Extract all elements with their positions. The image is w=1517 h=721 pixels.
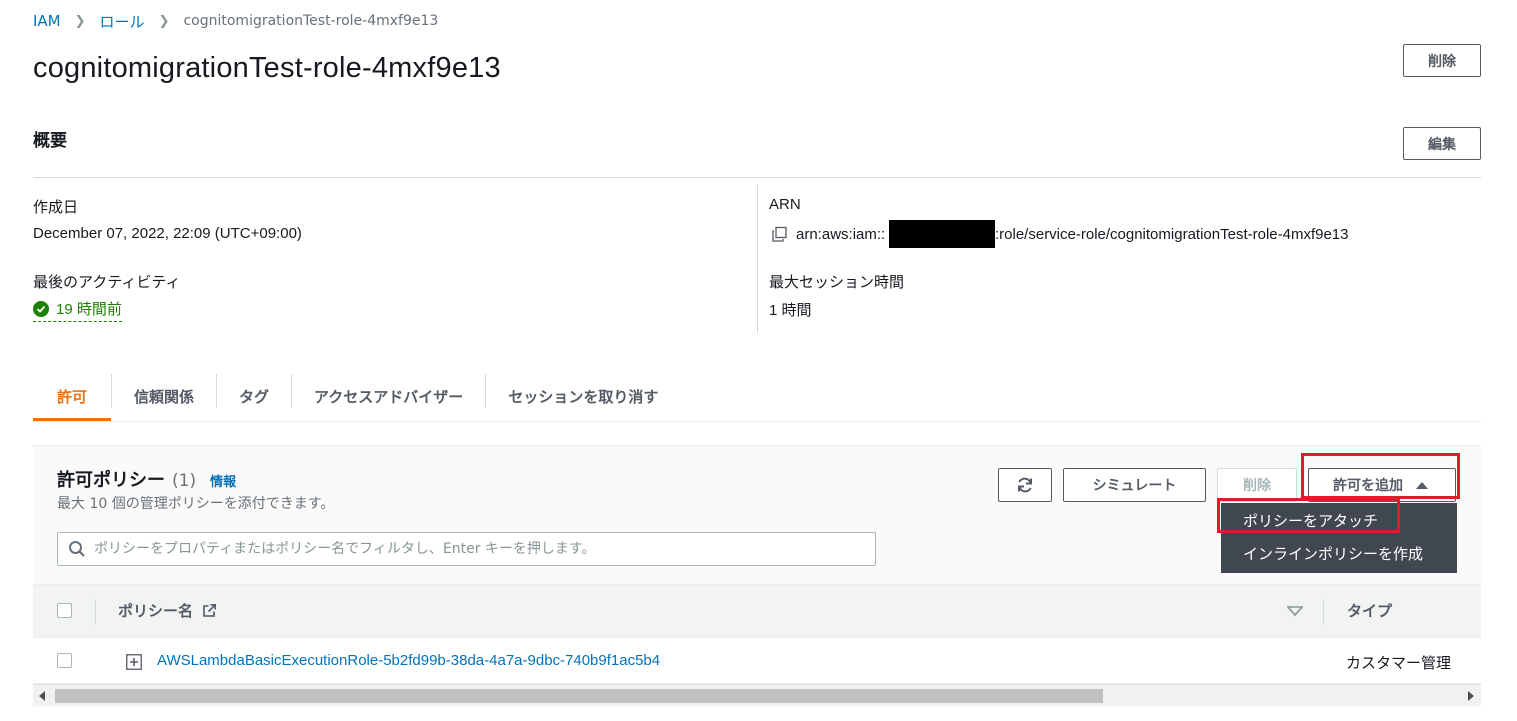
copy-icon[interactable] xyxy=(771,226,788,247)
policies-header: 許可ポリシー (1) 情報 xyxy=(57,466,236,492)
column-policy-name[interactable]: ポリシー名 xyxy=(118,600,217,621)
created-value: December 07, 2022, 22:09 (UTC+09:00) xyxy=(33,225,302,242)
breadcrumb-iam-link[interactable]: IAM xyxy=(33,12,61,30)
check-circle-icon xyxy=(33,300,49,317)
table-header: ポリシー名 タイプ xyxy=(33,584,1481,638)
summary-heading: 概要 xyxy=(33,131,67,151)
max-session-value: 1 時間 xyxy=(769,302,812,319)
policies-count: (1) xyxy=(172,471,197,491)
last-activity-label: 最後のアクティビティ xyxy=(33,274,181,291)
policies-description: 最大 10 個の管理ポリシーを添付できます。 xyxy=(57,496,335,512)
tab-tags[interactable]: タグ xyxy=(217,370,291,422)
breadcrumb: IAM ❯ ロール ❯ cognitomigrationTest-role-4m… xyxy=(33,11,438,31)
tab-access-advisor[interactable]: アクセスアドバイザー xyxy=(292,370,485,422)
info-link[interactable]: 情報 xyxy=(210,471,236,490)
table-row: AWSLambdaBasicExecutionRole-5b2fd99b-38d… xyxy=(33,638,1481,684)
arn-prefix: arn:aws:iam:: xyxy=(796,226,886,243)
external-link-icon xyxy=(203,604,217,617)
policy-name-link[interactable]: AWSLambdaBasicExecutionRole-5b2fd99b-38d… xyxy=(157,652,660,669)
arn-suffix: :role/service-role/cognitomigrationTest-… xyxy=(995,226,1349,243)
summary-divider xyxy=(33,177,1481,178)
scroll-right-icon[interactable] xyxy=(1467,691,1475,701)
horizontal-scrollbar[interactable] xyxy=(33,684,1481,706)
policy-type: カスタマー管理 xyxy=(1346,655,1452,672)
arn-label: ARN xyxy=(769,196,801,213)
row-checkbox[interactable] xyxy=(57,653,72,668)
menu-create-inline-policy[interactable]: インラインポリシーを作成 xyxy=(1243,543,1423,564)
select-all-checkbox[interactable] xyxy=(57,603,72,618)
last-activity-status[interactable]: 19 時間前 xyxy=(33,298,122,322)
breadcrumb-roles-link[interactable]: ロール xyxy=(100,11,145,32)
last-activity-value: 19 時間前 xyxy=(56,301,122,318)
max-session-label: 最大セッション時間 xyxy=(769,274,905,291)
expand-plus-icon[interactable] xyxy=(126,654,142,670)
tab-bar: 許可 信頼関係 タグ アクセスアドバイザー セッションを取り消す xyxy=(33,370,680,422)
chevron-right-icon: ❯ xyxy=(158,13,170,29)
edit-button[interactable]: 編集 xyxy=(1403,127,1481,160)
policies-title: 許可ポリシー xyxy=(57,470,165,491)
tab-revoke-sessions[interactable]: セッションを取り消す xyxy=(486,370,680,422)
simulate-button[interactable]: シミュレート xyxy=(1063,468,1206,502)
refresh-button[interactable] xyxy=(998,468,1052,502)
highlight-add-permissions xyxy=(1301,453,1460,499)
policy-search-box[interactable] xyxy=(57,532,876,566)
redacted-account-id xyxy=(889,220,995,248)
tab-trust-relationships[interactable]: 信頼関係 xyxy=(112,370,216,422)
created-label: 作成日 xyxy=(33,199,79,216)
scrollbar-thumb[interactable] xyxy=(55,689,1103,703)
column-type[interactable]: タイプ xyxy=(1347,600,1392,621)
scroll-left-icon[interactable] xyxy=(38,691,46,701)
page-title: cognitomigrationTest-role-4mxf9e13 xyxy=(33,52,501,84)
refresh-icon xyxy=(1018,477,1032,493)
sort-down-icon[interactable] xyxy=(1287,605,1303,617)
highlight-attach-policies xyxy=(1217,498,1400,533)
remove-policy-button[interactable]: 削除 xyxy=(1217,468,1297,502)
search-icon xyxy=(69,541,85,557)
policy-search-input[interactable] xyxy=(94,541,874,557)
tab-permissions[interactable]: 許可 xyxy=(33,370,112,422)
delete-role-button[interactable]: 削除 xyxy=(1403,44,1481,77)
breadcrumb-current: cognitomigrationTest-role-4mxf9e13 xyxy=(183,13,439,29)
chevron-right-icon: ❯ xyxy=(74,13,86,29)
summary-column-divider xyxy=(757,185,758,333)
